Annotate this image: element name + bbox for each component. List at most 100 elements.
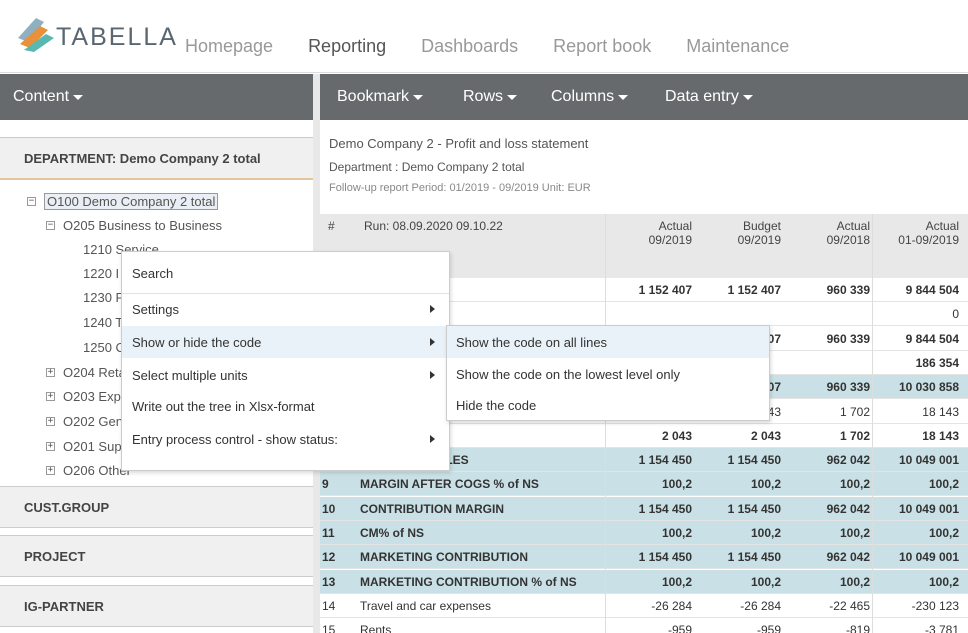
expand-icon[interactable]: +	[46, 466, 55, 475]
row-value[interactable]: 100,2	[602, 575, 692, 589]
tree-node[interactable]: + O206 Other	[46, 463, 131, 478]
row-value[interactable]: 1 152 407	[602, 283, 692, 297]
section-ig-partner[interactable]: IG-PARTNER	[0, 585, 313, 627]
row-value[interactable]: -22 465	[780, 599, 870, 613]
tree-node[interactable]: + O201 Sup	[46, 439, 122, 454]
row-value[interactable]: 10 049 001	[869, 453, 959, 467]
col-header[interactable]: Actual 01-09/2019	[869, 219, 959, 247]
menu-write-xlsx[interactable]: Write out the tree in Xlsx-format	[122, 392, 449, 420]
row-value[interactable]: -26 284	[602, 599, 692, 613]
row-value[interactable]: 186 354	[869, 356, 959, 370]
row-value[interactable]: 960 339	[780, 332, 870, 346]
tree-leaf[interactable]: 1240 T	[83, 315, 123, 330]
row-value[interactable]: 18 143	[869, 429, 959, 443]
tree-leaf[interactable]: 1220 I	[83, 266, 119, 281]
tree-leaf[interactable]: 1230 F	[83, 290, 123, 305]
row-value[interactable]: 100,2	[602, 526, 692, 540]
row-value[interactable]: 18 143	[869, 405, 959, 419]
row-value[interactable]: 1 154 450	[602, 453, 692, 467]
expand-icon[interactable]: +	[46, 417, 55, 426]
bookmark-menu[interactable]: Bookmark	[337, 88, 424, 106]
tree-node[interactable]: + O202 Gen	[46, 414, 123, 429]
nav-maintenance[interactable]: Maintenance	[686, 36, 789, 57]
table-row[interactable]: 11 CM% of NS 100,2 100,2 100,2 100,2	[320, 521, 968, 545]
tree-leaf[interactable]: 1250 C	[83, 340, 125, 355]
tree-node[interactable]: + O203 Exp	[46, 389, 121, 404]
row-value[interactable]: 1 154 450	[602, 502, 692, 516]
row-value[interactable]: 1 702	[780, 405, 870, 419]
row-value[interactable]: 1 154 450	[602, 550, 692, 564]
nav-dashboards[interactable]: Dashboards	[421, 36, 518, 57]
row-value[interactable]: 1 154 450	[691, 502, 781, 516]
row-value[interactable]: -959	[691, 623, 781, 633]
row-value[interactable]: 2 043	[602, 429, 692, 443]
row-value[interactable]: 9 844 504	[869, 332, 959, 346]
row-value[interactable]: -819	[780, 623, 870, 633]
nav-report-book[interactable]: Report book	[553, 36, 651, 57]
submenu-show-all-lines[interactable]: Show the code on all lines	[447, 326, 769, 358]
col-header[interactable]: Budget 09/2019	[691, 219, 781, 247]
row-value[interactable]: 100,2	[869, 575, 959, 589]
row-value[interactable]: 1 154 450	[691, 453, 781, 467]
tabella-logo[interactable]: TABELLA	[14, 14, 178, 54]
nav-homepage[interactable]: Homepage	[185, 36, 273, 57]
table-row[interactable]: 15 Rents -959 -959 -819 -3 781	[320, 618, 968, 633]
menu-select-multiple[interactable]: Select multiple units	[122, 360, 449, 390]
table-row[interactable]: 14 Travel and car expenses -26 284 -26 284-…	[320, 594, 968, 618]
tree-root[interactable]: − O100 Demo Company 2 total	[27, 193, 219, 210]
row-value[interactable]: 100,2	[780, 575, 870, 589]
submenu-hide-code[interactable]: Hide the code	[447, 389, 769, 421]
row-value[interactable]: 1 702	[780, 429, 870, 443]
row-value[interactable]: -230 123	[869, 599, 959, 613]
nav-reporting[interactable]: Reporting	[308, 36, 386, 57]
col-header[interactable]: Actual 09/2018	[780, 219, 870, 247]
collapse-icon[interactable]: −	[27, 197, 36, 206]
row-value[interactable]: 1 154 450	[691, 550, 781, 564]
menu-entry-process[interactable]: Entry process control - show status:	[122, 424, 449, 454]
rows-menu[interactable]: Rows	[463, 88, 518, 106]
columns-menu[interactable]: Columns	[551, 88, 629, 106]
tree-node[interactable]: + O204 Reta	[46, 365, 126, 380]
row-value[interactable]: 100,2	[691, 477, 781, 491]
row-value[interactable]: 10 030 858	[869, 380, 959, 394]
row-value[interactable]: 100,2	[869, 526, 959, 540]
row-value[interactable]: 960 339	[780, 283, 870, 297]
row-value[interactable]: -959	[602, 623, 692, 633]
menu-search[interactable]: Search	[122, 260, 449, 286]
menu-settings[interactable]: Settings	[122, 294, 449, 324]
col-header[interactable]: Actual 09/2019	[602, 219, 692, 247]
row-value[interactable]: -26 284	[691, 599, 781, 613]
row-value[interactable]: 100,2	[780, 526, 870, 540]
expand-icon[interactable]: +	[46, 442, 55, 451]
collapse-icon[interactable]: −	[46, 221, 55, 230]
row-value[interactable]: 10 049 001	[869, 550, 959, 564]
content-menu[interactable]: Content	[13, 88, 84, 106]
section-project[interactable]: PROJECT	[0, 535, 313, 577]
row-value[interactable]: 9 844 504	[869, 283, 959, 297]
row-value[interactable]: 2 043	[691, 429, 781, 443]
expand-icon[interactable]: +	[46, 392, 55, 401]
row-value[interactable]: -3 781	[869, 623, 959, 633]
section-department[interactable]: DEPARTMENT: Demo Company 2 total	[0, 138, 313, 180]
row-value[interactable]: 962 042	[780, 550, 870, 564]
row-value[interactable]: 100,2	[780, 477, 870, 491]
expand-icon[interactable]: +	[46, 368, 55, 377]
row-value[interactable]: 100,2	[691, 575, 781, 589]
row-value[interactable]: 100,2	[691, 526, 781, 540]
table-row[interactable]: 13 MARKETING CONTRIBUTION % of NS 100,2 100…	[320, 569, 968, 594]
submenu-show-lowest[interactable]: Show the code on the lowest level only	[447, 358, 769, 390]
row-value[interactable]: 960 339	[780, 380, 870, 394]
tree-b2b[interactable]: − O205 Business to Business	[46, 218, 222, 233]
table-row[interactable]: 9 MARGIN AFTER COGS % of NS 100,2 100,2 100,…	[320, 472, 968, 497]
section-cust-group[interactable]: CUST.GROUP	[0, 486, 313, 528]
table-row[interactable]: 10 CONTRIBUTION MARGIN 1 154 450 1 154 450 9…	[320, 496, 968, 521]
data-entry-menu[interactable]: Data entry	[665, 88, 753, 106]
row-value[interactable]: 10 049 001	[869, 502, 959, 516]
row-value[interactable]: 1 152 407	[691, 283, 781, 297]
menu-show-hide-code[interactable]: Show or hide the code	[122, 326, 449, 358]
row-value[interactable]: 100,2	[602, 477, 692, 491]
row-value[interactable]: 962 042	[780, 502, 870, 516]
table-row[interactable]: 12 MARKETING CONTRIBUTION 1 154 450 1 154 4…	[320, 545, 968, 570]
row-value[interactable]: 0	[869, 307, 959, 321]
row-value[interactable]: 962 042	[780, 453, 870, 467]
